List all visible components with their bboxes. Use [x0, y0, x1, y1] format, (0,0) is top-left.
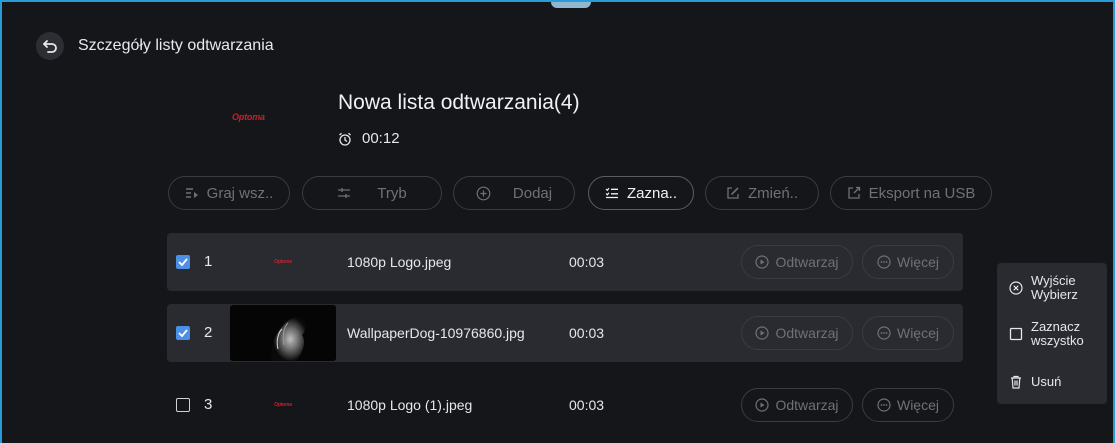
playlist-row[interactable]: 3 Optoma 1080p Logo (1).jpeg 00:03 Odtwa…	[167, 376, 963, 434]
row-duration: 00:03	[569, 254, 605, 270]
optoma-logo: Optoma	[274, 259, 292, 265]
row-more-button[interactable]: Więcej	[862, 245, 954, 279]
row-index: 1	[204, 253, 213, 270]
checklist-icon	[605, 187, 618, 199]
row-filename: 1080p Logo (1).jpeg	[347, 397, 473, 413]
rename-button[interactable]: Zmień..	[705, 176, 819, 210]
play-all-label: Graj wsz..	[206, 184, 274, 202]
playlist-duration: 00:12	[338, 130, 400, 147]
delete-label: Usuń	[1031, 374, 1062, 389]
more-circle-icon	[877, 398, 891, 412]
playlist-row[interactable]: 2 WallpaperDog-10976860.jpg 00:03 Odtwar…	[167, 304, 963, 362]
rename-label: Zmień..	[747, 184, 798, 202]
row-more-label: Więcej	[896, 397, 939, 413]
export-usb-button[interactable]: Eksport na USB	[830, 176, 992, 210]
optoma-logo: Optoma	[274, 402, 292, 408]
row-checkbox-checked[interactable]	[176, 255, 190, 269]
exit-label-2: Wybierz	[1031, 287, 1078, 302]
row-more-label: Więcej	[896, 254, 939, 270]
app-window: Szczegóły listy odtwarzania Optoma Nowa …	[0, 0, 1115, 443]
select-label: Zazna..	[626, 184, 678, 202]
play-circle-icon	[755, 398, 770, 412]
row-more-button[interactable]: Więcej	[862, 388, 954, 422]
row-play-label: Odtwarzaj	[775, 254, 839, 270]
export-label: Eksport na USB	[868, 184, 976, 202]
row-checkbox-unchecked[interactable]	[176, 398, 190, 412]
trash-icon	[1011, 375, 1021, 389]
row-thumbnail-lion	[230, 305, 336, 361]
row-duration: 00:03	[569, 325, 605, 341]
page-title: Szczegóły listy odtwarzania	[78, 37, 274, 54]
select-button[interactable]: Zazna..	[588, 176, 694, 210]
row-filename: 1080p Logo.jpeg	[347, 254, 452, 270]
more-circle-icon	[877, 255, 891, 269]
alarm-clock-icon	[339, 132, 351, 146]
row-more-label: Więcej	[896, 325, 939, 341]
row-play-button[interactable]: Odtwarzaj	[741, 245, 853, 279]
optoma-logo: Optoma	[232, 112, 265, 122]
row-play-label: Odtwarzaj	[775, 397, 839, 413]
top-handle[interactable]	[551, 2, 591, 8]
row-duration: 00:03	[569, 397, 605, 413]
back-arrow-icon	[43, 40, 57, 53]
delete-menu-item[interactable]: Usuń	[1009, 375, 1061, 389]
more-circle-icon	[877, 326, 891, 340]
playlist-row[interactable]: 1 Optoma 1080p Logo.jpeg 00:03 Odtwarzaj…	[167, 233, 963, 291]
row-play-button[interactable]: Odtwarzaj	[741, 388, 853, 422]
row-checkbox-checked[interactable]	[176, 326, 190, 340]
playlist-name: Nowa lista odtwarzania(4)	[338, 91, 580, 114]
add-circle-icon	[476, 186, 491, 200]
row-thumbnail: Optoma	[230, 234, 336, 290]
play-circle-icon	[755, 326, 770, 340]
check-icon	[178, 329, 188, 338]
add-label: Dodaj	[512, 184, 553, 202]
play-all-button[interactable]: Graj wsz..	[168, 176, 290, 210]
duration-text: 00:12	[362, 130, 400, 147]
edit-icon	[727, 187, 739, 199]
mode-label: Tryb	[377, 184, 407, 202]
row-more-button[interactable]: Więcej	[862, 316, 954, 350]
row-index: 2	[204, 324, 213, 341]
row-filename: WallpaperDog-10976860.jpg	[347, 325, 525, 341]
close-circle-icon	[1009, 281, 1023, 295]
add-button[interactable]: Dodaj	[453, 176, 575, 210]
row-play-label: Odtwarzaj	[775, 325, 839, 341]
mode-button[interactable]: Tryb	[302, 176, 442, 210]
export-icon	[847, 186, 860, 199]
row-play-button[interactable]: Odtwarzaj	[741, 316, 853, 350]
lion-image	[230, 305, 336, 361]
checkbox-outline-icon	[1009, 327, 1023, 341]
playlist-logo: Optoma	[216, 107, 276, 127]
select-all-menu-item[interactable]: Zaznacz wszystko	[1009, 320, 1084, 348]
playlist-play-icon	[185, 188, 198, 198]
exit-label-1: Wyjście	[1031, 273, 1076, 288]
play-circle-icon	[755, 255, 770, 269]
select-all-label-2: wszystko	[1031, 333, 1084, 348]
check-icon	[178, 258, 188, 267]
selection-menu: Wyjście Wybierz Zaznacz wszystko Usuń	[997, 263, 1107, 404]
row-thumbnail: Optoma	[230, 377, 336, 433]
exit-select-menu-item[interactable]: Wyjście Wybierz	[1009, 274, 1078, 302]
back-button[interactable]	[36, 32, 64, 60]
row-index: 3	[204, 396, 213, 413]
select-all-label-1: Zaznacz	[1031, 319, 1081, 334]
sliders-icon	[338, 188, 351, 198]
